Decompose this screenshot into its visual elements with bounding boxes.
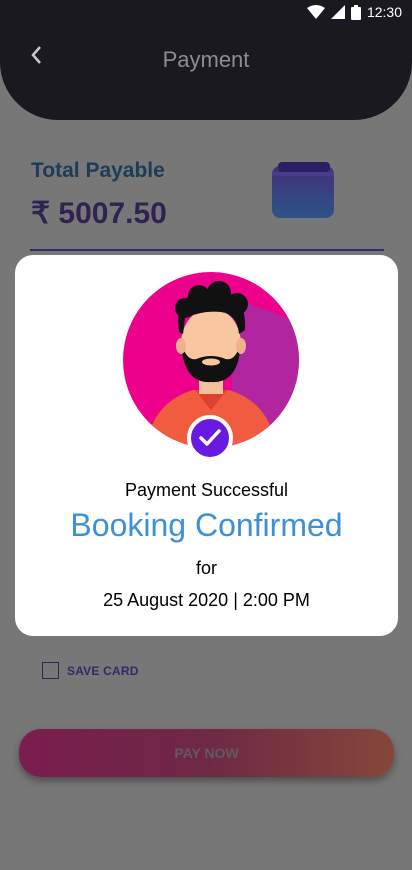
for-label: for [195,558,217,578]
save-card-option[interactable]: SAVE CARD [42,662,139,679]
pay-now-button[interactable]: PAY NOW [19,729,394,777]
status-time: 12:30 [366,4,402,20]
divider [30,249,384,251]
total-payable-amount: ₹ 5007.50 [31,197,167,230]
total-payable-label: Total Payable [31,159,165,182]
page-title: Payment [162,47,250,72]
wallet-icon [272,162,334,218]
save-card-label: SAVE CARD [67,663,139,678]
check-icon [199,429,221,446]
pay-now-label: PAY NOW [174,745,239,761]
payment-success-dialog: Payment Successful Booking Confirmed for… [15,255,398,636]
battery-icon [350,4,361,20]
signal-icon [330,5,345,19]
booking-datetime: 25 August 2020 | 2:00 PM [103,590,310,610]
status-bar: 12:30 [0,0,412,24]
success-badge [187,415,233,461]
wifi-icon [306,5,325,19]
payment-status-text: Payment Successful [124,480,289,500]
save-card-checkbox[interactable] [42,662,59,679]
booking-confirmed-heading: Booking Confirmed [70,507,343,543]
